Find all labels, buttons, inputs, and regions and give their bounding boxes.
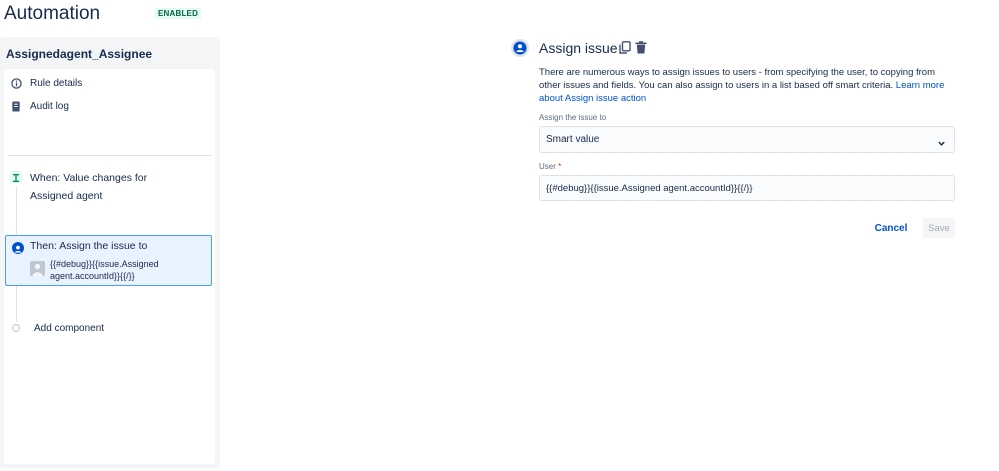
user-field-label: User * bbox=[539, 162, 561, 171]
save-button[interactable]: Save bbox=[923, 218, 955, 238]
cancel-button[interactable]: Cancel bbox=[871, 218, 911, 238]
timeline-connector bbox=[16, 187, 17, 235]
page-title: Automation bbox=[4, 3, 101, 24]
assign-to-select[interactable]: Smart value bbox=[539, 126, 955, 153]
user-label-text: User bbox=[539, 162, 556, 171]
audit-log-link[interactable]: Audit log bbox=[10, 96, 69, 116]
panel-description: There are numerous ways to assign issues… bbox=[539, 66, 949, 105]
trigger-field: Assigned agent bbox=[30, 190, 103, 202]
assign-field-label: Assign the issue to bbox=[539, 113, 607, 122]
copy-icon[interactable] bbox=[619, 41, 631, 54]
user-smart-value-input[interactable] bbox=[539, 175, 955, 201]
action-value-line-1: {{#debug}}{{issue.Assigned bbox=[50, 259, 159, 269]
chevron-down-icon bbox=[937, 135, 946, 146]
audit-log-icon bbox=[10, 100, 22, 112]
panel-title: Assign issue bbox=[539, 40, 618, 56]
timeline-connector bbox=[16, 286, 17, 322]
user-circle-icon bbox=[511, 39, 529, 57]
sidebar-divider bbox=[8, 155, 212, 156]
description-text: There are numerous ways to assign issues… bbox=[539, 67, 936, 91]
status-badge: ENABLED bbox=[155, 8, 202, 19]
trigger-title: When: Value changes for bbox=[30, 172, 148, 184]
action-title: Then: Assign the issue to bbox=[30, 240, 148, 252]
add-component-label: Add component bbox=[34, 322, 105, 334]
action-assign-issue[interactable]: Then: Assign the issue to {{#debug}}{{is… bbox=[5, 235, 212, 286]
action-value-line-2: agent.accountId}}{{/}} bbox=[50, 271, 135, 281]
delete-icon[interactable] bbox=[635, 41, 647, 54]
rule-details-link[interactable]: Rule details bbox=[10, 73, 82, 93]
info-icon bbox=[10, 77, 22, 89]
trigger-icon bbox=[10, 171, 22, 183]
audit-log-label: Audit log bbox=[30, 100, 69, 112]
add-component-dot-icon bbox=[12, 324, 20, 332]
required-marker: * bbox=[558, 162, 562, 171]
rule-details-label: Rule details bbox=[30, 77, 83, 89]
add-component-button[interactable]: Add component bbox=[10, 321, 104, 335]
rule-name: Assignedagent_Assignee bbox=[6, 47, 153, 61]
user-circle-icon bbox=[12, 242, 24, 254]
rule-components-panel: Rule details Audit log When: Value chang… bbox=[4, 69, 215, 464]
avatar bbox=[30, 261, 45, 276]
assign-to-selected-value: Smart value bbox=[546, 134, 600, 145]
rule-sidebar: Assignedagent_Assignee Rule details Audi… bbox=[0, 37, 220, 468]
